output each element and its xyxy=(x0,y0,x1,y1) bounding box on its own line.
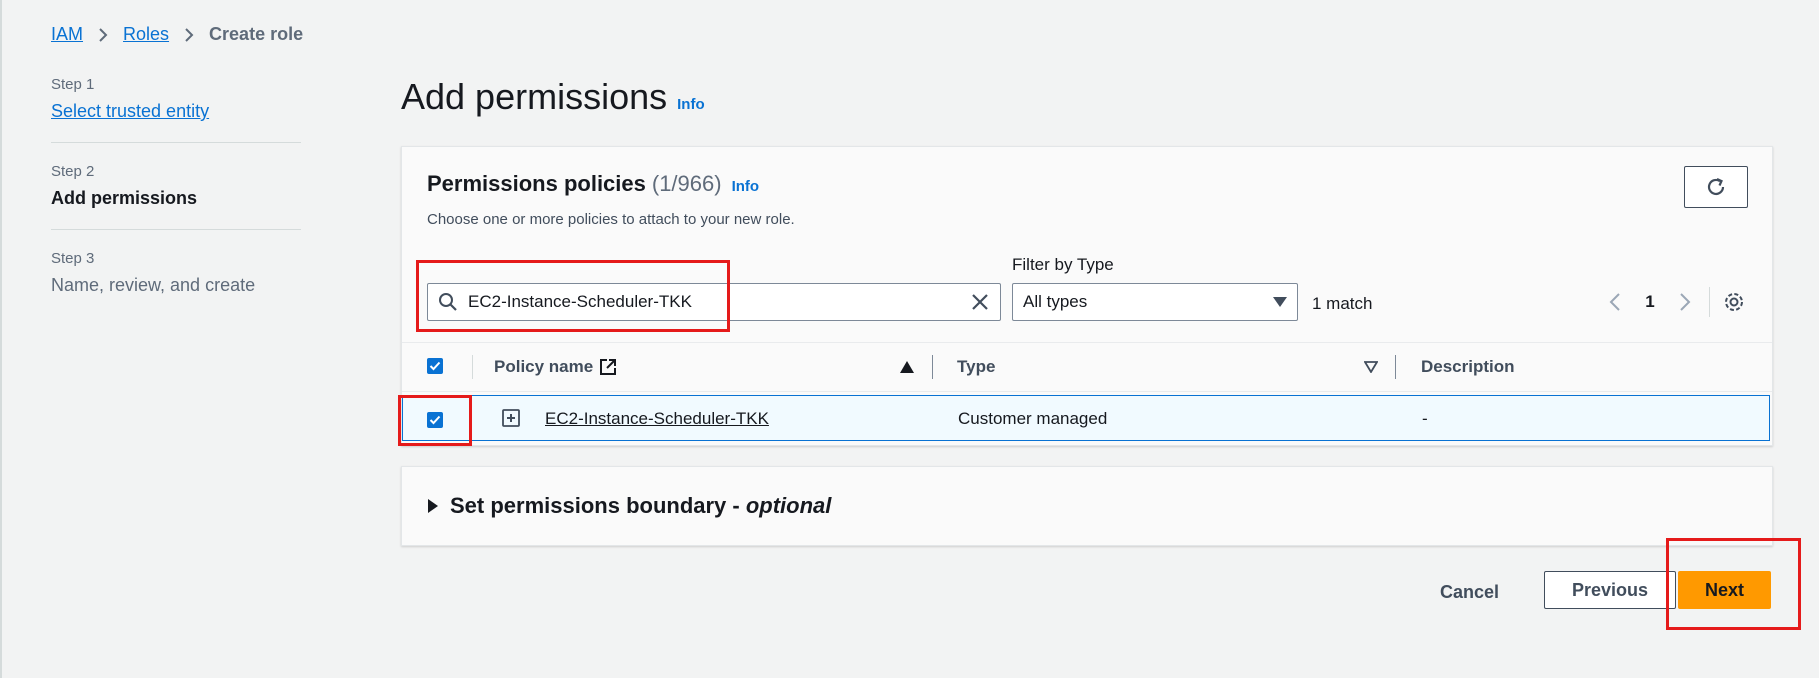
panel-description: Choose one or more policies to attach to… xyxy=(427,211,795,228)
policy-name-link[interactable]: EC2-Instance-Scheduler-TKK xyxy=(545,409,769,429)
search-input[interactable] xyxy=(466,291,970,313)
caret-right-icon xyxy=(428,499,438,513)
sort-asc-icon[interactable] xyxy=(900,361,914,373)
page-title: Add permissions xyxy=(401,76,668,117)
select-all-checkbox[interactable] xyxy=(427,358,443,374)
breadcrumb-current: Create role xyxy=(209,24,304,44)
external-link-icon xyxy=(599,358,617,376)
sort-icon[interactable] xyxy=(1364,361,1378,373)
column-header-type[interactable]: Type xyxy=(957,357,995,377)
step-title: Name, review, and create xyxy=(51,275,256,295)
pagination: 1 xyxy=(1597,285,1752,319)
step-3: Step 3 Name, review, and create xyxy=(51,250,301,316)
policy-type: Customer managed xyxy=(958,409,1108,428)
refresh-icon xyxy=(1705,176,1727,198)
step-label: Step 1 xyxy=(51,76,95,93)
filter-by-type-label: Filter by Type xyxy=(1012,255,1114,274)
panel-title: Permissions policies xyxy=(427,171,646,196)
caret-down-icon xyxy=(1273,297,1287,307)
next-button[interactable]: Next xyxy=(1678,571,1771,609)
clear-icon[interactable] xyxy=(970,292,990,312)
expand-icon[interactable] xyxy=(502,409,520,432)
chevron-right-icon xyxy=(1679,292,1691,312)
wizard-steps: Step 1 Select trusted entity Step 2 Add … xyxy=(51,76,301,336)
chevron-right-icon xyxy=(183,27,195,43)
policy-count: (1/966) xyxy=(651,171,722,196)
column-header-policy-name[interactable]: Policy name xyxy=(494,357,617,377)
refresh-button[interactable] xyxy=(1684,166,1748,208)
row-select-checkbox[interactable] xyxy=(427,410,443,430)
column-header-description[interactable]: Description xyxy=(1421,357,1515,377)
step-1: Step 1 Select trusted entity xyxy=(51,76,301,143)
next-page-button[interactable] xyxy=(1667,285,1703,319)
left-border xyxy=(0,0,2,678)
step-2: Step 2 Add permissions xyxy=(51,163,301,230)
panel-header: Permissions policies (1/966) Info xyxy=(427,171,759,197)
filter-type-select[interactable]: All types xyxy=(1012,283,1298,321)
breadcrumb-iam[interactable]: IAM xyxy=(51,24,83,45)
search-icon xyxy=(438,292,458,312)
step-title-current: Add permissions xyxy=(51,188,198,208)
match-count: 1 match xyxy=(1312,294,1373,313)
breadcrumb: IAM Roles Create role xyxy=(51,24,303,45)
info-link[interactable]: Info xyxy=(732,178,760,195)
previous-button[interactable]: Previous xyxy=(1544,571,1676,609)
boundary-title-text: Set permissions boundary - xyxy=(450,493,746,518)
checkbox-check-icon xyxy=(427,412,443,428)
policy-description: - xyxy=(1422,409,1428,428)
step-label: Step 2 xyxy=(51,163,95,180)
table-row[interactable]: EC2-Instance-Scheduler-TKK Customer mana… xyxy=(402,395,1770,441)
page-header: Add permissions Info xyxy=(401,76,705,118)
boundary-optional: optional xyxy=(745,493,832,518)
column-separator xyxy=(1395,355,1396,379)
chevron-left-icon xyxy=(1609,292,1621,312)
breadcrumb-roles[interactable]: Roles xyxy=(123,24,169,45)
step-link-select-trusted-entity[interactable]: Select trusted entity xyxy=(51,101,209,121)
page-number[interactable]: 1 xyxy=(1633,292,1667,312)
preferences-button[interactable] xyxy=(1716,285,1752,319)
pagination-divider xyxy=(1709,287,1710,317)
checkbox-check-icon xyxy=(427,358,443,374)
info-link[interactable]: Info xyxy=(677,96,705,113)
column-label: Policy name xyxy=(494,357,594,376)
step-label: Step 3 xyxy=(51,250,95,267)
filter-type-value: All types xyxy=(1023,292,1088,311)
column-separator xyxy=(932,355,933,379)
permissions-policies-panel: Permissions policies (1/966) Info Choose… xyxy=(401,146,1773,446)
permissions-boundary-title: Set permissions boundary - optional xyxy=(450,493,831,519)
permissions-boundary-section[interactable]: Set permissions boundary - optional xyxy=(401,466,1773,546)
cancel-button[interactable]: Cancel xyxy=(1440,582,1499,603)
table-header: Policy name Type Description xyxy=(402,342,1772,392)
settings-icon xyxy=(1723,291,1745,313)
policy-search-field[interactable] xyxy=(427,283,1001,321)
column-separator xyxy=(472,355,473,379)
previous-page-button[interactable] xyxy=(1597,285,1633,319)
chevron-right-icon xyxy=(97,27,109,43)
